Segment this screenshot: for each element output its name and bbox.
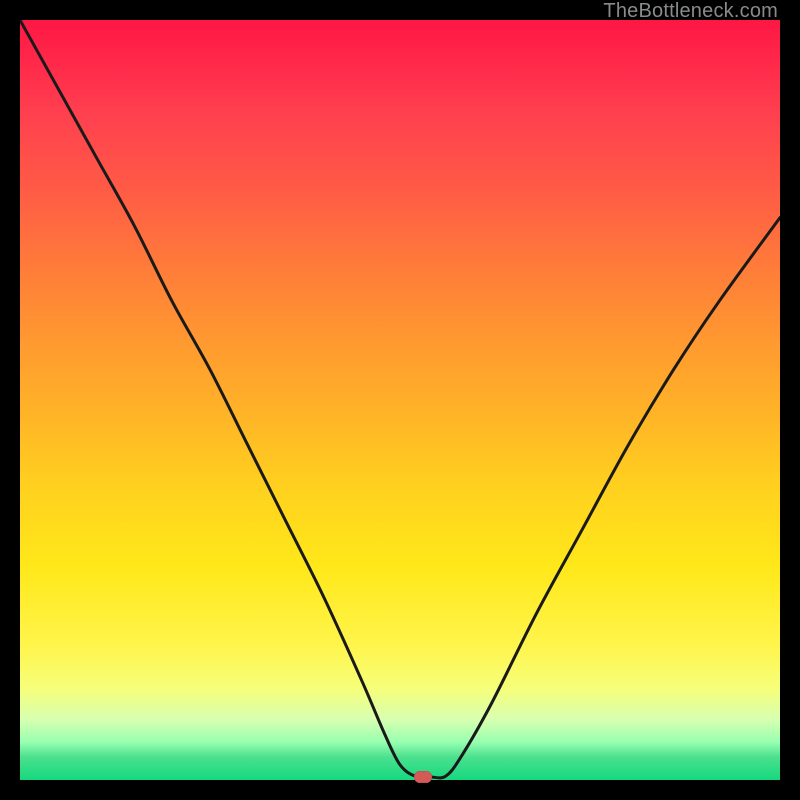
curve-path [20,20,780,778]
watermark-text: TheBottleneck.com [603,0,778,23]
bottleneck-curve [20,20,780,780]
minimum-marker [414,771,432,783]
plot-area [20,20,780,780]
chart-frame: TheBottleneck.com [0,0,800,800]
